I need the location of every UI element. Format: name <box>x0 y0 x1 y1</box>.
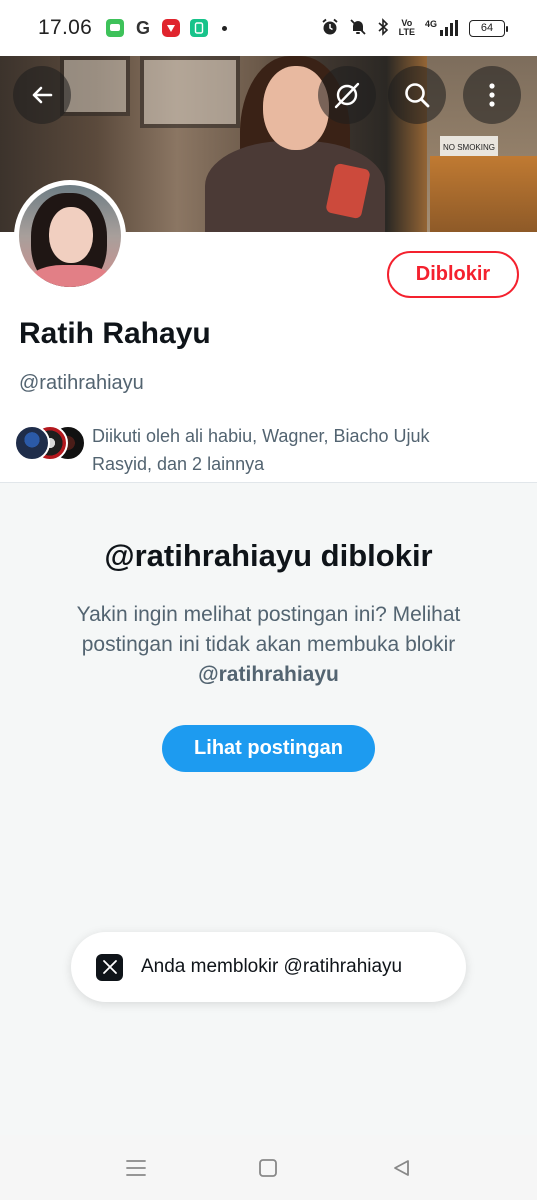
blocked-description-text: Yakin ingin melihat postingan ini? Melih… <box>76 603 461 656</box>
signal-icon: 4G <box>425 20 459 36</box>
avatar-face <box>49 207 93 263</box>
toast-text: Anda memblokir @ratihrahiayu <box>141 956 403 977</box>
avatar-image <box>19 185 121 287</box>
system-icons: Vo LTE 4G 64 <box>321 17 508 39</box>
red-app-icon <box>162 19 181 37</box>
mute-bell-icon <box>349 18 367 39</box>
search-button[interactable] <box>388 66 446 124</box>
followed-by-text: Diikuti oleh ali habiu, Wagner, Biacho U… <box>92 426 430 474</box>
follower-avatar <box>14 425 50 461</box>
network-type: 4G <box>424 19 437 29</box>
blocked-title: @ratihrahiayu diblokir <box>104 538 433 573</box>
followers-you-know[interactable]: Diikuti oleh ali habiu, Wagner, Biacho U… <box>14 422 492 478</box>
battery-icon: 64 <box>469 19 508 37</box>
profile-name: Ratih Rahayu <box>19 317 211 350</box>
search-icon <box>405 83 430 108</box>
grok-icon <box>334 82 360 109</box>
home-button[interactable] <box>248 1148 288 1188</box>
banner-shelf <box>430 156 537 232</box>
banner-face <box>263 66 329 150</box>
follower-avatars <box>14 422 86 462</box>
back-arrow-icon <box>32 86 53 104</box>
system-back-button[interactable] <box>381 1148 421 1188</box>
blocked-content-area <box>0 483 537 1135</box>
banner-frame-left <box>60 56 130 116</box>
alarm-icon <box>321 18 339 39</box>
more-notifications-dot <box>222 25 228 31</box>
recent-apps-button[interactable] <box>116 1148 156 1188</box>
system-nav-bar <box>0 1135 537 1200</box>
menu-icon <box>126 1159 147 1176</box>
back-triangle-icon <box>393 1159 409 1176</box>
view-posts-button[interactable]: Lihat postingan <box>162 725 375 772</box>
profile-handle: @ratihrahiayu <box>19 372 144 394</box>
grok-button[interactable] <box>318 66 376 124</box>
g-app-icon: G <box>136 17 151 38</box>
status-time: 17.06 <box>38 16 93 39</box>
status-bar: 17.06 G Vo LTE 4G 64 <box>0 0 537 56</box>
volte-bottom-text: LTE <box>398 27 415 37</box>
back-button[interactable] <box>13 66 71 124</box>
profile-avatar[interactable] <box>14 180 126 292</box>
blocked-description: Yakin ingin melihat postingan ini? Melih… <box>40 600 497 690</box>
bluetooth-icon <box>377 17 389 39</box>
more-options-button[interactable] <box>463 66 521 124</box>
blocked-description-handle: @ratihrahiayu <box>198 663 339 686</box>
blocked-button[interactable]: Diblokir <box>387 251 519 298</box>
home-square-icon <box>259 1158 278 1177</box>
block-toast: Anda memblokir @ratihrahiayu <box>71 932 466 1002</box>
notification-icons: G <box>106 17 228 38</box>
avatar-top <box>29 265 113 287</box>
x-logo-icon <box>96 953 123 981</box>
messages-app-icon <box>106 19 125 37</box>
volte-icon: Vo LTE <box>399 19 415 37</box>
banner-sign: NO SMOKING <box>440 136 498 158</box>
teal-app-icon <box>190 19 209 37</box>
more-vertical-icon <box>489 83 495 107</box>
